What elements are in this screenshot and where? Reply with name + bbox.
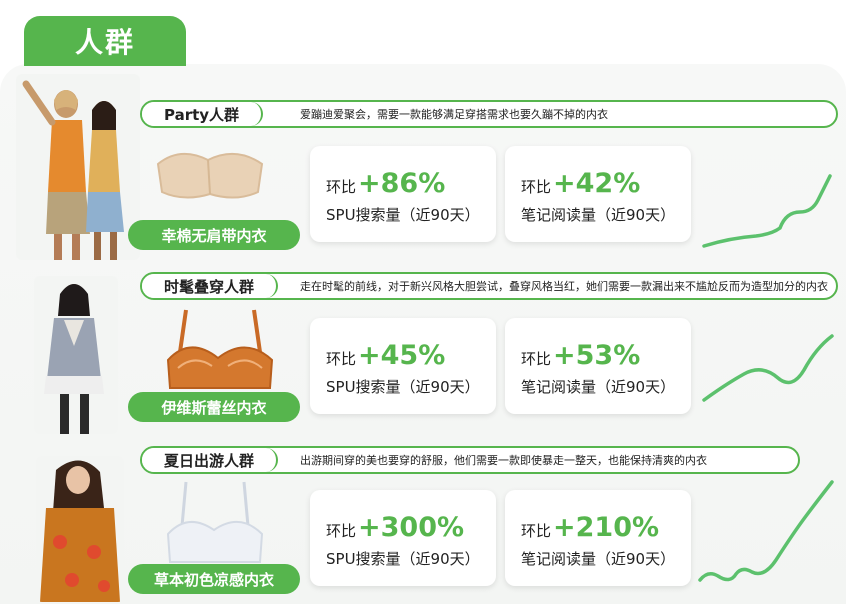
segment-pill: 时髦叠穿人群 走在时髦的前线，对于新兴风格大胆尝试，叠穿风格当红，她们需要一款漏… xyxy=(140,272,838,300)
metric-value: +210% xyxy=(553,512,660,543)
segment-name: Party人群 xyxy=(142,102,264,126)
metric-card-spu-search: 环比 +300% SPU搜索量（近90天） xyxy=(310,490,496,586)
metric-label: 笔记阅读量（近90天） xyxy=(521,378,676,396)
product-image xyxy=(166,481,264,563)
metric-card-note-reads: 环比 +210% 笔记阅读量（近90天） xyxy=(505,490,691,586)
product-name: 幸棉无肩带内衣 xyxy=(128,220,300,250)
metric-prefix: 环比 xyxy=(521,522,552,540)
model-photo xyxy=(36,456,124,602)
segment-description: 出游期间穿的美也要穿的舒服，他们需要一款即使暴走一整天，也能保持清爽的内衣 xyxy=(300,454,707,467)
metric-label: SPU搜索量（近90天） xyxy=(326,378,480,396)
metric-card-note-reads: 环比 +42% 笔记阅读量（近90天） xyxy=(505,146,691,242)
model-photo xyxy=(34,276,118,434)
metric-prefix: 环比 xyxy=(521,178,552,196)
metric-value: +300% xyxy=(358,512,465,543)
product-image xyxy=(166,309,274,389)
model-photo xyxy=(16,74,140,260)
metric-label: SPU搜索量（近90天） xyxy=(326,206,480,224)
metric-label: 笔记阅读量（近90天） xyxy=(521,550,676,568)
metric-value: +42% xyxy=(553,168,641,199)
product-image xyxy=(156,153,264,199)
segment-pill: 夏日出游人群 出游期间穿的美也要穿的舒服，他们需要一款即使暴走一整天，也能保持清… xyxy=(140,446,800,474)
segment-pill: Party人群 爱蹦迪爱聚会，需要一款能够满足穿搭需求也要久蹦不掉的内衣 xyxy=(140,100,838,128)
metric-label: 笔记阅读量（近90天） xyxy=(521,206,676,224)
metric-prefix: 环比 xyxy=(521,350,552,368)
segment-section-summer-travel: 夏日出游人群 出游期间穿的美也要穿的舒服，他们需要一款即使暴走一整天，也能保持清… xyxy=(0,440,846,604)
segment-name: 时髦叠穿人群 xyxy=(142,274,279,298)
metric-value: +86% xyxy=(358,168,446,199)
trend-line-icon xyxy=(702,334,834,402)
metric-label: SPU搜索量（近90天） xyxy=(326,550,480,568)
segment-section-fashion-layering: 时髦叠穿人群 走在时髦的前线，对于新兴风格大胆尝试，叠穿风格当红，她们需要一款漏… xyxy=(0,264,846,436)
metric-card-note-reads: 环比 +53% 笔记阅读量（近90天） xyxy=(505,318,691,414)
metric-card-spu-search: 环比 +86% SPU搜索量（近90天） xyxy=(310,146,496,242)
trend-line-icon xyxy=(702,174,832,248)
metric-value: +53% xyxy=(553,340,641,371)
segment-name: 夏日出游人群 xyxy=(142,448,279,472)
metric-prefix: 环比 xyxy=(326,522,357,540)
metric-value: +45% xyxy=(358,340,446,371)
segment-description: 走在时髦的前线，对于新兴风格大胆尝试，叠穿风格当红，她们需要一款漏出来不尴尬反而… xyxy=(300,280,828,293)
metric-card-spu-search: 环比 +45% SPU搜索量（近90天） xyxy=(310,318,496,414)
metric-prefix: 环比 xyxy=(326,178,357,196)
segment-section-party: Party人群 爱蹦迪爱聚会，需要一款能够满足穿搭需求也要久蹦不掉的内衣 幸棉无… xyxy=(0,70,846,260)
product-name: 伊维斯蕾丝内衣 xyxy=(128,392,300,422)
trend-line-icon xyxy=(698,480,834,582)
metric-prefix: 环比 xyxy=(326,350,357,368)
segment-description: 爱蹦迪爱聚会，需要一款能够满足穿搭需求也要久蹦不掉的内衣 xyxy=(300,108,608,121)
page-title: 人群 xyxy=(24,16,186,66)
product-name: 草本初色凉感内衣 xyxy=(128,564,300,594)
